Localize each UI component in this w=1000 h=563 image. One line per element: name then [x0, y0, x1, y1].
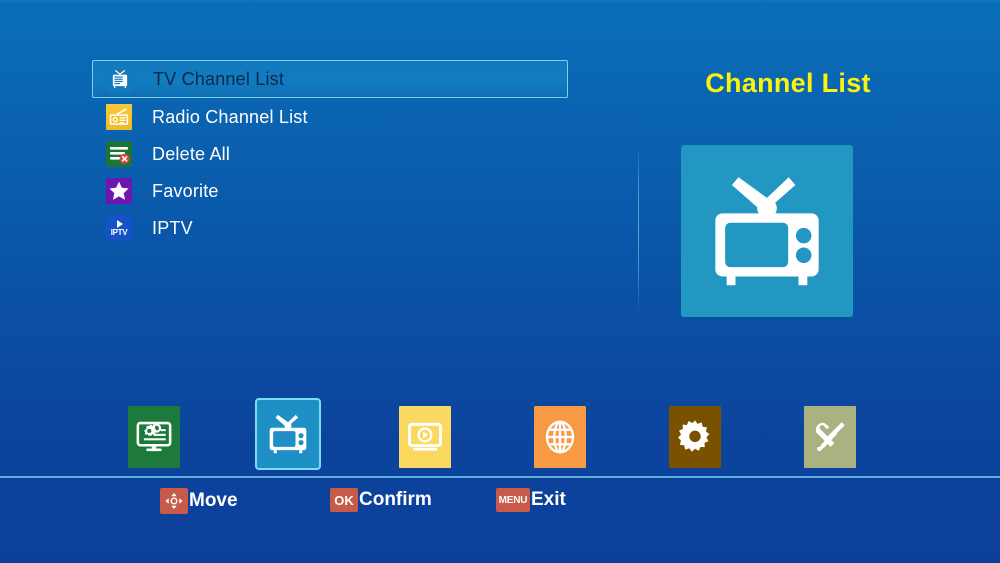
stb-channel-list-screen: TV Channel List Radio Channel List Delet… — [0, 0, 1000, 563]
footer-divider — [0, 476, 1000, 478]
menu-item-iptv[interactable]: IPTV IPTV — [92, 210, 568, 246]
panel-vertical-divider — [638, 145, 639, 313]
monitor-gears-icon — [128, 406, 180, 468]
hint-confirm: OK Confirm — [330, 488, 432, 512]
play-triangle-icon — [117, 219, 123, 228]
toolbar-item-tools[interactable] — [804, 406, 856, 468]
iptv-icon: IPTV — [106, 215, 132, 241]
bottom-toolbar — [0, 390, 1000, 472]
toolbar-item-network[interactable] — [534, 406, 586, 468]
menu-item-label: Favorite — [152, 180, 219, 201]
hint-label: Exit — [531, 489, 566, 510]
media-play-icon — [399, 406, 451, 468]
tools-icon — [804, 406, 856, 468]
menu-item-tv-channel-list[interactable]: TV Channel List — [92, 60, 568, 98]
preview-tv-large-icon — [681, 145, 853, 317]
hint-exit: MENU Exit — [496, 488, 566, 512]
top-edge-highlight — [0, 0, 1000, 3]
hint-label: Confirm — [359, 489, 432, 510]
hint-move: Move — [160, 488, 238, 514]
toolbar-item-settings[interactable] — [669, 406, 721, 468]
toolbar-item-channel-list[interactable] — [255, 398, 321, 470]
gear-icon — [669, 406, 721, 468]
menu-item-label: IPTV — [152, 217, 193, 238]
iptv-icon-text: IPTV — [110, 227, 128, 237]
toolbar-item-media-player[interactable] — [399, 406, 451, 468]
menu-key-badge: MENU — [496, 488, 530, 512]
toolbar-item-installation[interactable] — [128, 406, 180, 468]
menu-item-delete-all[interactable]: Delete All — [92, 136, 568, 172]
page-title: Channel List — [705, 68, 871, 98]
menu-item-radio-channel-list[interactable]: Radio Channel List — [92, 99, 568, 135]
star-icon — [106, 178, 132, 204]
tv-icon — [107, 66, 133, 92]
main-menu-list: TV Channel List Radio Channel List Delet… — [92, 60, 568, 247]
menu-item-favorite[interactable]: Favorite — [92, 173, 568, 209]
delete-list-icon — [106, 141, 132, 167]
menu-item-label: Delete All — [152, 143, 231, 164]
tv-icon — [255, 398, 321, 470]
menu-item-label: TV Channel List — [153, 68, 285, 89]
menu-item-label: Radio Channel List — [152, 106, 308, 127]
globe-icon — [534, 406, 586, 468]
radio-icon — [106, 104, 132, 130]
hint-label: Move — [189, 490, 238, 511]
dpad-icon — [160, 488, 188, 514]
ok-key-badge: OK — [330, 488, 358, 512]
footer-hints: Move OK Confirm MENU Exit — [0, 488, 1000, 530]
